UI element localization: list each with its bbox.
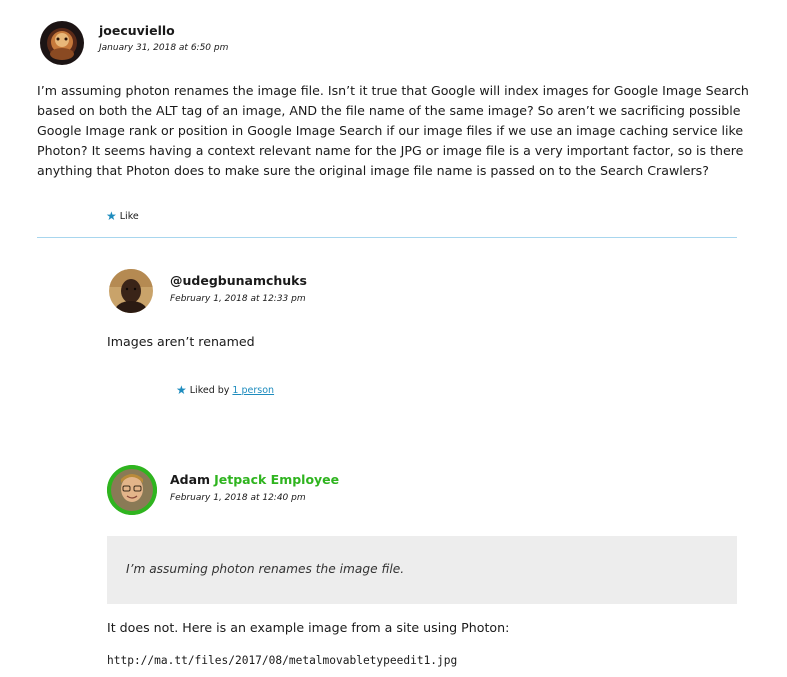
liked-by-link[interactable]: 1 person [232, 385, 274, 396]
comment-body-line: based on both the ALT tag of an image, A… [37, 103, 741, 118]
avatar-image [107, 465, 157, 515]
comment-body: I’m assuming photon renames the image fi… [37, 81, 757, 181]
liked-by: ★ Liked by 1 person [176, 384, 274, 396]
comment-body: Images aren’t renamed [107, 334, 255, 349]
avatar-joecuviello[interactable] [40, 21, 84, 65]
comment-author[interactable]: @udegbunamchuks [170, 273, 307, 288]
comment-body-line: Google Image rank or position in Google … [37, 123, 744, 138]
comment-date[interactable]: February 1, 2018 at 12:40 pm [170, 493, 306, 503]
comment-author: Adam Jetpack Employee [170, 472, 339, 487]
comment-body-line: anything that Photon does to make sure t… [37, 163, 709, 178]
comment-divider [37, 237, 737, 238]
like-button[interactable]: ★ Like [106, 210, 139, 222]
comment-body-line: I’m assuming photon renames the image fi… [37, 83, 749, 98]
star-icon: ★ [176, 383, 187, 397]
like-label: Like [119, 210, 139, 222]
author-name[interactable]: Adam [170, 472, 210, 487]
star-icon: ★ [106, 209, 117, 223]
quote-text: I’m assuming photon renames the image fi… [126, 562, 405, 576]
comment-body-line: Photon? It seems having a context releva… [37, 143, 744, 158]
avatar-adam[interactable] [107, 465, 157, 515]
comment-date[interactable]: February 1, 2018 at 12:33 pm [170, 294, 306, 304]
avatar-image [109, 269, 153, 313]
code-url: http://ma.tt/files/2017/08/metalmovablet… [107, 654, 458, 667]
avatar-udegbunamchuks[interactable] [109, 269, 153, 313]
comment-body: It does not. Here is an example image fr… [107, 620, 510, 635]
employee-badge: Jetpack Employee [214, 472, 340, 487]
avatar-image [40, 21, 84, 65]
blockquote: I’m assuming photon renames the image fi… [107, 536, 737, 604]
liked-by-prefix: Liked by [189, 384, 230, 396]
comment-author[interactable]: joecuviello [99, 23, 175, 38]
comment-date[interactable]: January 31, 2018 at 6:50 pm [99, 43, 228, 53]
